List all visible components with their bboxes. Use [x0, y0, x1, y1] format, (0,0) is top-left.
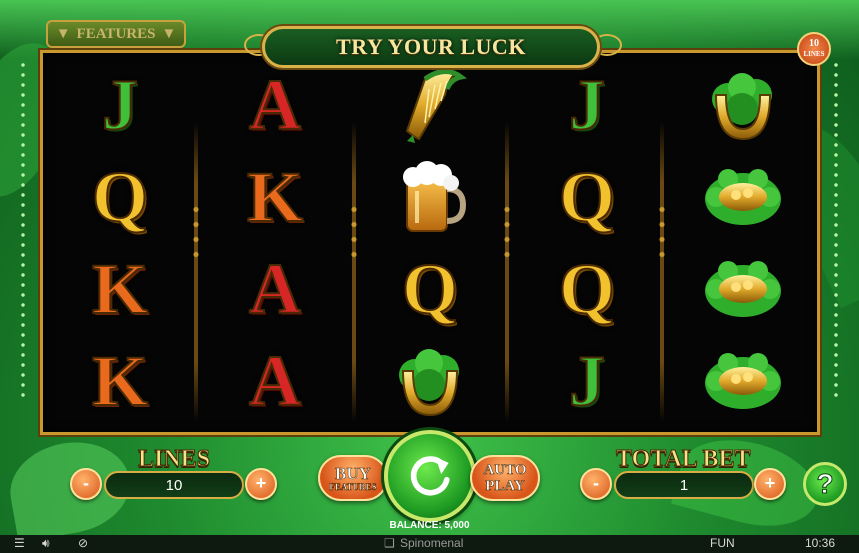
- reel-separator: [191, 122, 201, 422]
- bet-decrease-button[interactable]: -: [580, 468, 612, 500]
- reel-symbol: Q: [527, 244, 647, 334]
- bet-increase-button[interactable]: +: [754, 468, 786, 500]
- reel-1: J Q K K: [60, 60, 180, 430]
- status-bar: ☰ 🔊︎ ⊘ ❑ Spinomenal FUN 10:36: [0, 535, 859, 553]
- symbol-letter: J: [568, 65, 606, 145]
- reel-2: A K A A: [215, 60, 335, 430]
- help-button[interactable]: ?: [803, 462, 847, 506]
- spin-button[interactable]: [384, 430, 476, 522]
- total-bet-label: TOTAL BET: [616, 446, 752, 473]
- reel-separator: [349, 122, 359, 422]
- pot-of-gold-icon: [683, 152, 803, 242]
- lines-decrease-button[interactable]: -: [70, 468, 102, 500]
- clock: 10:36: [805, 536, 836, 550]
- decorative-dots-left: [20, 60, 26, 400]
- reel-symbol: J: [60, 60, 180, 150]
- horseshoe-icon: [683, 60, 803, 150]
- symbol-letter: Q: [401, 249, 459, 329]
- reel-separator: [502, 122, 512, 422]
- buy-label: BUY: [335, 463, 371, 483]
- reel-symbol: A: [215, 336, 335, 426]
- lines-badge-number: 10: [809, 38, 819, 49]
- symbol-letter: A: [248, 65, 302, 145]
- reel-symbol: A: [215, 244, 335, 334]
- pot-of-gold-icon: [683, 244, 803, 334]
- sound-icon[interactable]: 🔊︎: [42, 536, 50, 551]
- reel-symbol: Q: [527, 152, 647, 242]
- reel-symbol: A: [215, 60, 335, 150]
- lines-label: LINES: [137, 446, 211, 473]
- reel-symbol: J: [527, 60, 647, 150]
- play-label: PLAY: [485, 478, 525, 495]
- auto-label: AUTO: [483, 462, 527, 479]
- balance-text: BALANCE: 5,000: [389, 520, 470, 531]
- reel-4: J Q Q J: [527, 60, 647, 430]
- symbol-letter: J: [568, 341, 606, 421]
- symbol-letter: K: [246, 157, 304, 237]
- symbol-letter: A: [248, 249, 302, 329]
- lines-value: 10: [104, 471, 244, 499]
- features-button[interactable]: ▼ FEATURES ▼: [46, 20, 186, 48]
- symbol-letter: Q: [558, 157, 616, 237]
- beer-mug-icon: [370, 152, 490, 242]
- symbol-letter: K: [91, 341, 149, 421]
- title-plaque: TRY YOUR LUCK: [262, 26, 600, 68]
- lines-increase-button[interactable]: +: [245, 468, 277, 500]
- horseshoe-icon: [370, 336, 490, 426]
- refresh-icon: [410, 456, 450, 496]
- reel-symbol: Q: [60, 152, 180, 242]
- symbol-letter: K: [91, 249, 149, 329]
- pot-of-gold-icon: [683, 336, 803, 426]
- symbol-letter: Q: [558, 249, 616, 329]
- reel-3: Q: [370, 60, 490, 430]
- reel-symbol: K: [215, 152, 335, 242]
- mode-label: FUN: [710, 536, 735, 550]
- total-bet-value: 1: [614, 471, 754, 499]
- reel-symbol: K: [60, 336, 180, 426]
- autoplay-button[interactable]: AUTO PLAY: [470, 455, 540, 501]
- buy-features-sublabel: FEATURES: [329, 481, 377, 492]
- game-title: TRY YOUR LUCK: [336, 34, 526, 59]
- buy-features-button[interactable]: BUY FEATURES: [318, 455, 388, 501]
- triangle-down-icon: ▼: [161, 25, 177, 42]
- features-label: FEATURES: [76, 25, 156, 42]
- triangle-down-icon: ▼: [55, 25, 71, 42]
- reel-separator: [657, 122, 667, 422]
- lines-badge: 10 LINES: [797, 32, 831, 66]
- symbol-letter: A: [248, 341, 302, 421]
- lines-badge-text: LINES: [803, 50, 825, 58]
- menu-icon[interactable]: ☰: [14, 536, 25, 550]
- reel-symbol: Q: [370, 244, 490, 334]
- spinomenal-logo-icon: ❑: [384, 536, 395, 550]
- decorative-dots-right: [833, 60, 839, 400]
- turbo-icon[interactable]: ⊘: [78, 536, 88, 550]
- reel-5: [683, 60, 803, 430]
- symbol-letter: Q: [91, 157, 149, 237]
- reel-symbol: J: [527, 336, 647, 426]
- reel-symbol: K: [60, 244, 180, 334]
- brand-name: Spinomenal: [400, 536, 464, 550]
- harp-icon: [370, 60, 490, 150]
- symbol-letter: J: [101, 65, 139, 145]
